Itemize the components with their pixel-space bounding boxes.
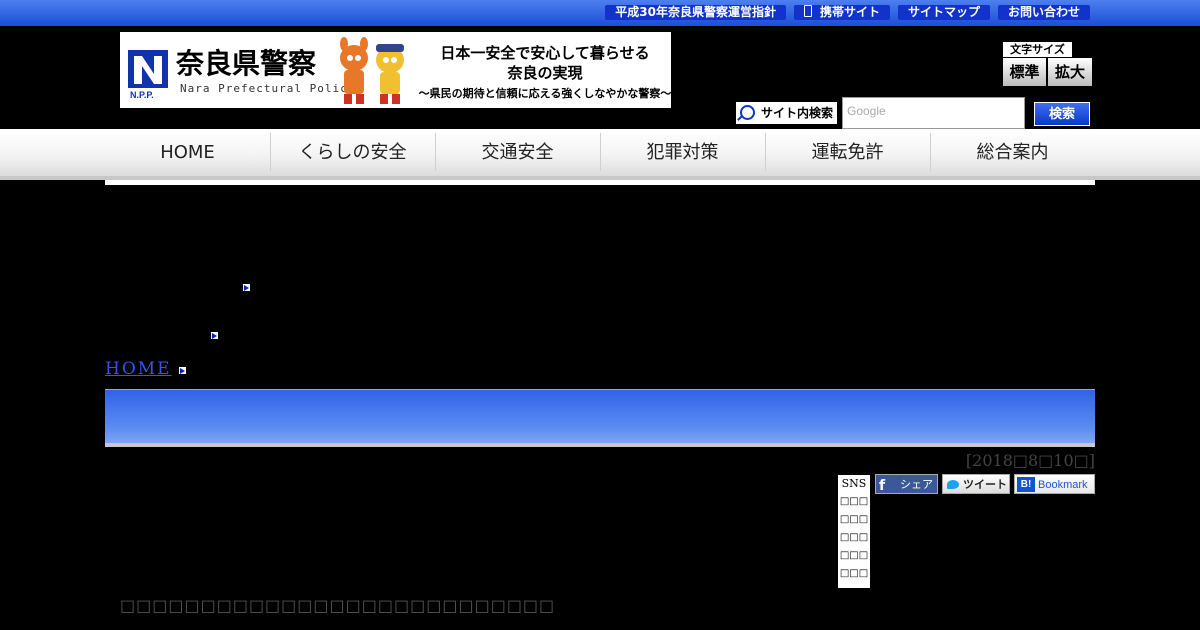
twitter-tweet-button[interactable]: ツイート (942, 474, 1010, 494)
nav-item-drivers-license[interactable]: 運転免許 (765, 129, 930, 176)
slogan-line-3: 〜県民の期待と信頼に応える強くしなやかな警察〜 (418, 87, 672, 100)
twitter-tweet-label: ツイート (963, 478, 1007, 491)
arrow-right-icon (243, 284, 250, 291)
facebook-icon: f (879, 478, 886, 494)
phone-icon (803, 5, 812, 17)
facebook-share-label: シェア (900, 478, 933, 491)
top-link-policy-label: 平成30年奈良県警察運営指針 (615, 5, 776, 19)
npp-label: N.P.P. (130, 90, 154, 100)
site-logo-banner[interactable]: N.P.P. 奈良県警察 Nara Prefectural Police 日本一… (120, 32, 671, 108)
sns-line: □□□ (839, 496, 869, 507)
sns-line: □□□ (839, 568, 869, 579)
nav-item-living-safety[interactable]: くらしの安全 (270, 129, 435, 176)
font-size-label: 文字サイズ (1003, 42, 1072, 57)
article-body-text: □□□□□□□□□□□□□□□□□□□□□□□□□□□ (120, 596, 556, 615)
top-link-mobile[interactable]: 携帯サイト (793, 5, 890, 20)
font-size-large-button[interactable]: 拡大 (1048, 58, 1092, 86)
police-mascots-illustration (340, 37, 404, 104)
hatena-bookmark-icon: B! (1017, 477, 1035, 492)
nav-item-crime-prevention[interactable]: 犯罪対策 (600, 129, 765, 176)
nav-item-traffic-safety[interactable]: 交通安全 (435, 129, 600, 176)
npp-logo-icon (128, 50, 168, 88)
sns-line: □□□ (839, 532, 869, 543)
slogan-line-2: 奈良の実現 (507, 64, 583, 82)
site-search-label-text: サイト内検索 (761, 106, 834, 120)
nav-item-home[interactable]: HOME (105, 129, 270, 176)
top-link-contact[interactable]: お問い合わせ (997, 5, 1090, 20)
search-button[interactable]: 検索 (1034, 102, 1090, 126)
breadcrumb-home-link[interactable]: HOME (105, 359, 172, 379)
slogan-line-1: 日本一安全で安心して暮らせる (440, 44, 650, 62)
content-top-divider (105, 180, 1095, 185)
sns-line: □□□ (839, 550, 869, 561)
page-title-bar (105, 389, 1095, 447)
top-links: 平成30年奈良県警察運営指針 携帯サイト サイトマップ お問い合わせ (605, 5, 1090, 20)
sns-line: □□□ (839, 514, 869, 525)
font-size-standard-button[interactable]: 標準 (1003, 58, 1046, 86)
top-link-contact-label: お問い合わせ (1007, 5, 1080, 19)
top-link-sitemap[interactable]: サイトマップ (897, 5, 990, 20)
top-link-mobile-label: 携帯サイト (819, 5, 880, 19)
hatena-bookmark-button[interactable]: B! Bookmark (1014, 474, 1095, 494)
publish-date: [2018□8□10□] (965, 451, 1095, 470)
top-link-policy[interactable]: 平成30年奈良県警察運営指針 (605, 5, 786, 20)
top-utility-bar: 平成30年奈良県警察運営指針 携帯サイト サイトマップ お問い合わせ (0, 0, 1200, 26)
twitter-bird-icon (947, 480, 959, 489)
top-link-sitemap-label: サイトマップ (907, 5, 980, 19)
sns-header: SNS (841, 477, 867, 490)
nav-item-general-info[interactable]: 総合案内 (930, 129, 1095, 176)
site-search-label: サイト内検索 (736, 102, 837, 124)
sns-panel: SNS □□□ □□□ □□□ □□□ □□□ (838, 475, 870, 588)
facebook-share-button[interactable]: f シェア (875, 474, 938, 494)
breadcrumb-arrow-icon (179, 367, 186, 374)
arrow-right-icon (211, 332, 218, 339)
search-input[interactable]: Google (842, 97, 1025, 129)
search-icon (740, 105, 755, 120)
hatena-bookmark-label: Bookmark (1038, 479, 1088, 491)
main-navigation: HOME くらしの安全 交通安全 犯罪対策 運転免許 総合案内 (0, 129, 1200, 180)
org-name: 奈良県警察 (176, 47, 317, 80)
